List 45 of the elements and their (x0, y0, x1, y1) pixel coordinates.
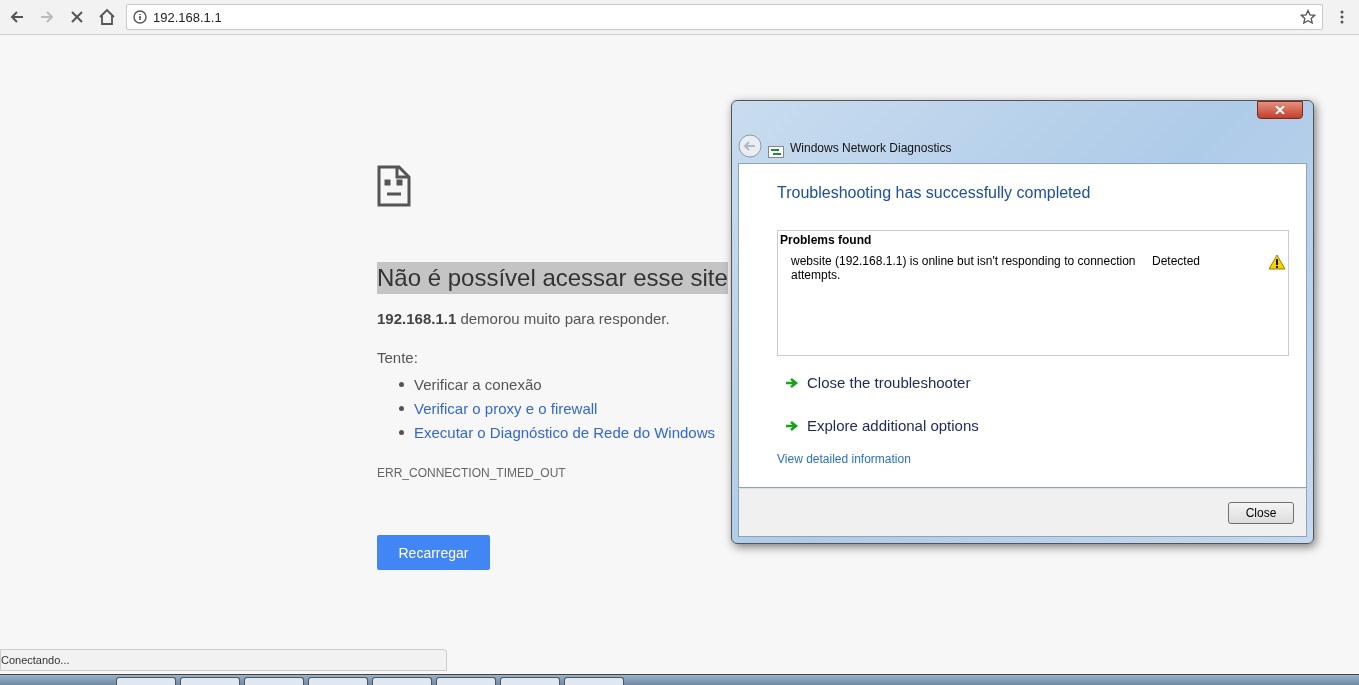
warning-icon (1268, 254, 1286, 270)
problem-description: website (192.168.1.1) is online but isn't responding to connection attempts. (791, 254, 1136, 282)
menu-icon (1340, 10, 1344, 24)
forward-arrow-icon (39, 9, 55, 25)
taskbar-button[interactable] (116, 677, 176, 685)
bullet-icon (399, 429, 404, 435)
back-arrow-icon (9, 9, 25, 25)
star-icon[interactable] (1300, 9, 1316, 25)
error-message: 192.168.1.1 demorou muito para responder. (377, 310, 671, 327)
action-link[interactable]: Close the troubleshooter (785, 374, 1286, 391)
status-bubble: Conectando... (0, 649, 447, 671)
taskbar-button[interactable] (372, 677, 432, 685)
address-bar[interactable]: 192.168.1.1 (126, 4, 1323, 30)
close-button[interactable]: Close (1228, 501, 1294, 524)
url-text: 192.168.1.1 (153, 9, 223, 25)
reload-button[interactable]: Recarregar (377, 535, 490, 570)
taskbar-button[interactable] (436, 677, 496, 685)
details-link[interactable]: View detailed information (777, 452, 911, 466)
suggestion-link[interactable]: Verificar o proxy e o firewall (414, 399, 598, 417)
bullet-icon (399, 405, 404, 411)
taskbar-button[interactable] (564, 677, 624, 685)
action-link[interactable]: Explore additional options (785, 417, 1286, 434)
suggestion-link[interactable]: Executar o Diagnóstico de Rede do Windows (414, 423, 715, 441)
taskbar-button[interactable] (244, 677, 304, 685)
try-label: Tente: (377, 349, 419, 366)
problem-status: Detected (1152, 254, 1202, 270)
taskbar-button[interactable] (180, 677, 240, 685)
close-icon (1275, 106, 1285, 114)
bullet-icon (399, 381, 404, 387)
info-icon (133, 10, 147, 24)
error-heading: Não é possível acessar esse site (377, 262, 728, 294)
taskbar-button[interactable] (500, 677, 560, 685)
sad-page-icon (377, 165, 411, 207)
error-code: ERR_CONNECTION_TIMED_OUT (377, 466, 567, 480)
stop-icon (70, 10, 84, 24)
suggestion-text: Verificar a conexão (414, 375, 542, 393)
taskbar-button[interactable] (308, 677, 368, 685)
dialog-heading: Troubleshooting has successfully completed (777, 184, 1092, 202)
arrow-icon (785, 419, 799, 432)
home-icon (98, 8, 116, 26)
problems-title: Problems found (780, 233, 873, 247)
dialog-title: Windows Network Diagnostics (790, 141, 952, 155)
network-icon (768, 146, 784, 158)
close-button[interactable] (1257, 101, 1303, 119)
arrow-icon (785, 376, 799, 389)
